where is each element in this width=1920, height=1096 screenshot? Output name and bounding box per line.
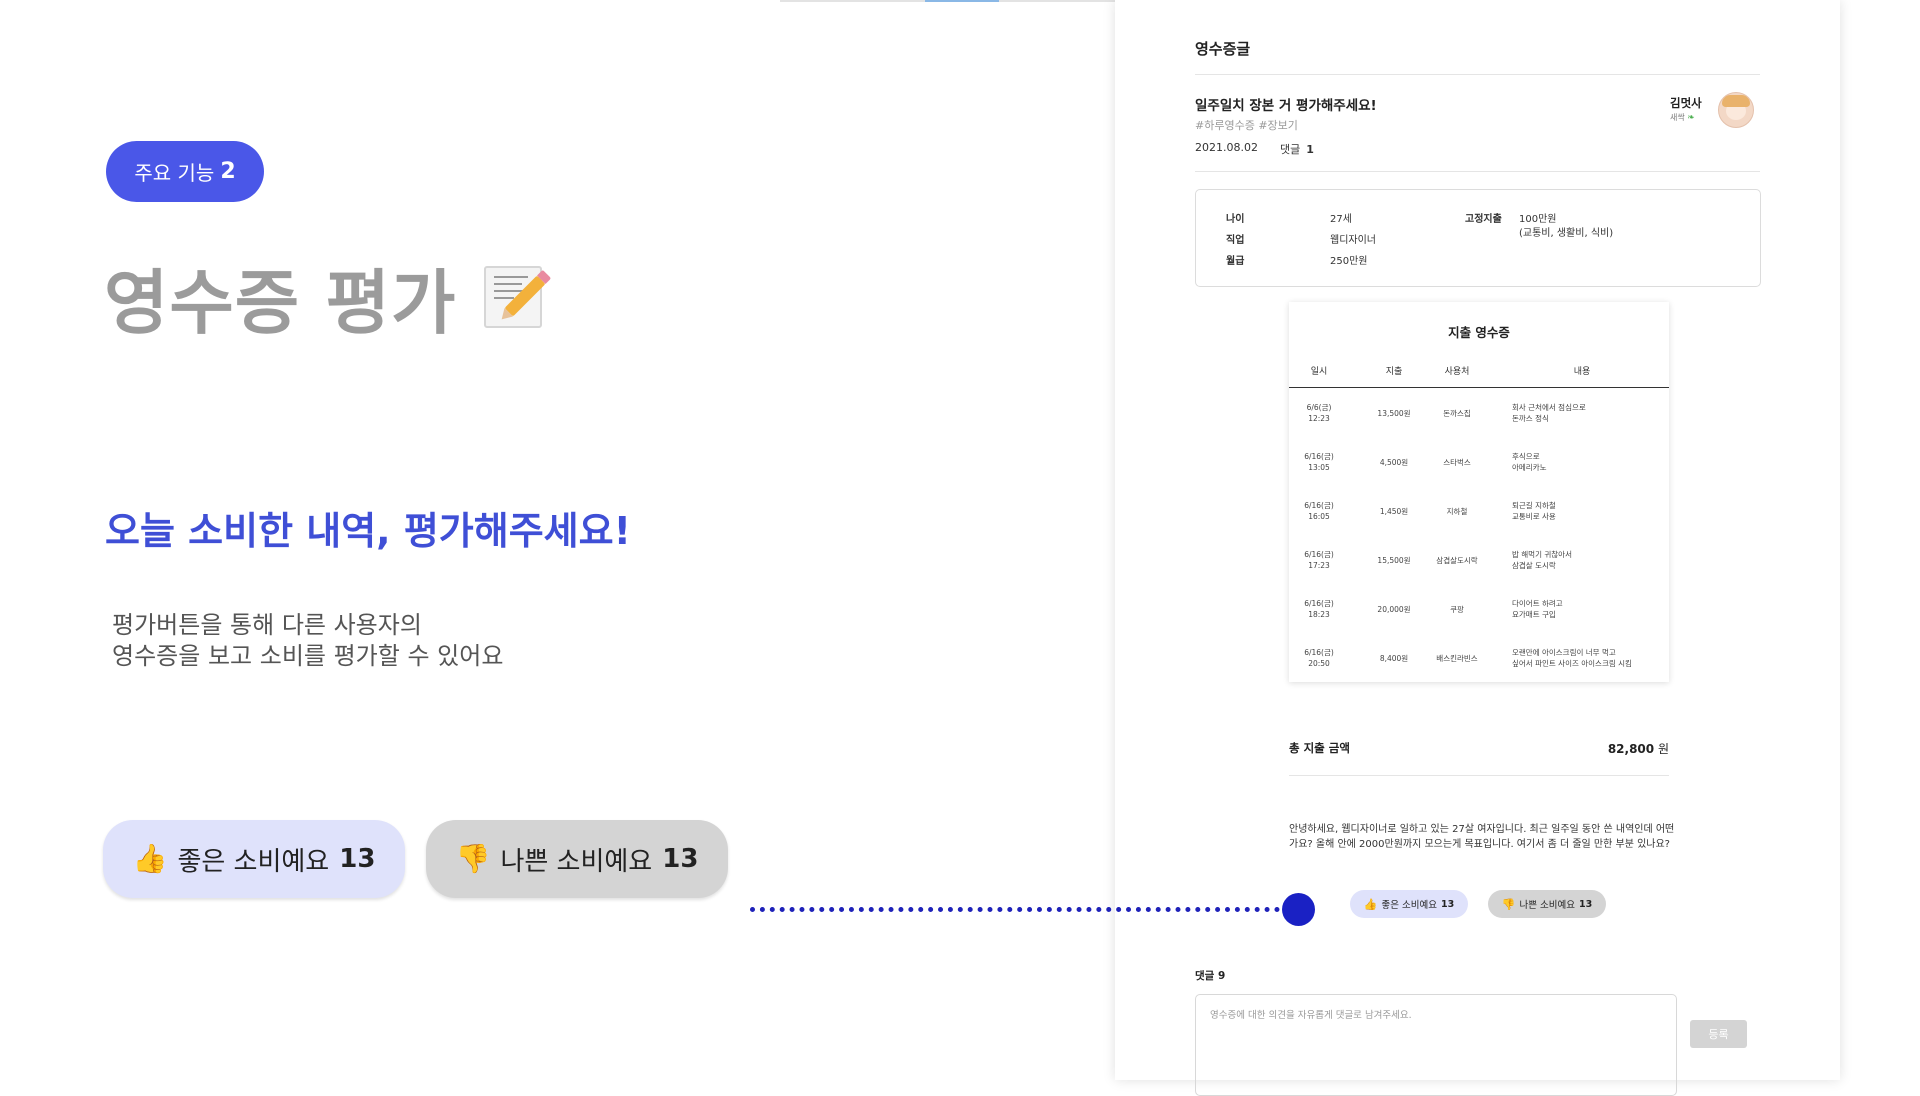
column-header-amount: 지출 — [1385, 367, 1403, 377]
good-count: 13 — [339, 844, 376, 874]
row-amount: 15,500원 — [1377, 556, 1411, 565]
row-desc: 오랜만에 아이스크림이 너무 먹고 싶어서 파인트 사이즈 아이스크림 시킴 — [1512, 648, 1632, 668]
feature-pill-number: 2 — [220, 159, 236, 184]
top-progress-indicator — [925, 0, 999, 2]
post-title: 일주일치 장본 거 평가해주세요! — [1195, 98, 1377, 114]
row-place: 스타벅스 — [1443, 458, 1471, 467]
comment-count: 1 — [1306, 143, 1314, 156]
row-date: 6/16(금) 17:23 — [1304, 550, 1334, 570]
post-tags[interactable]: #하루영수증 #장보기 — [1195, 117, 1298, 133]
row-date: 6/6(금) 12:23 — [1306, 403, 1332, 423]
column-header-desc: 내용 — [1573, 367, 1591, 377]
fixed-expense-label: 고정지출 — [1465, 214, 1502, 225]
good-label: 좋은 소비예요 — [177, 846, 330, 877]
row-amount: 4,500원 — [1379, 458, 1409, 467]
memo-icon — [484, 266, 546, 328]
post-date: 2021.08.02 — [1195, 141, 1258, 154]
bad-label: 나쁜 소비예요 — [500, 846, 653, 877]
thumbs-up-icon: 👍 — [1363, 897, 1378, 911]
good-spending-button-large[interactable]: 👍 좋은 소비예요 13 — [103, 820, 405, 898]
row-amount: 20,000원 — [1377, 605, 1411, 614]
salary-value: 250만원 — [1330, 256, 1368, 267]
row-amount: 1,450원 — [1379, 507, 1409, 516]
description-line: 평가버튼을 통해 다른 사용자의 — [112, 611, 422, 639]
feature-description: 평가버튼을 통해 다른 사용자의 영수증을 보고 소비를 평가할 수 있어요 — [112, 610, 503, 672]
fixed-expense-value: 100만원 — [1519, 214, 1557, 225]
row-date: 6/16(금) 13:05 — [1304, 452, 1334, 472]
comments-label: 댓글 — [1195, 970, 1215, 982]
good-spending-button[interactable]: 👍 좋은 소비예요 13 — [1350, 890, 1468, 918]
job-value: 웹디자이너 — [1330, 235, 1376, 246]
column-header-date: 일시 — [1310, 367, 1328, 377]
comments-header: 댓글 9 — [1195, 968, 1225, 983]
good-count: 13 — [1440, 898, 1455, 910]
row-place: 쿠팡 — [1450, 605, 1464, 614]
row-date: 6/16(금) 18:23 — [1304, 599, 1334, 619]
row-place: 돈까스집 — [1443, 409, 1471, 418]
row-place: 배스킨라빈스 — [1436, 654, 1478, 663]
board-title: 영수증글 — [1195, 40, 1251, 58]
bad-count: 13 — [662, 844, 699, 874]
total-label: 총 지출 금액 — [1289, 741, 1350, 755]
row-place: 삼겹살도시락 — [1436, 556, 1478, 565]
divider — [1195, 171, 1760, 172]
salary-label: 월급 — [1226, 256, 1245, 267]
divider — [1289, 775, 1669, 776]
user-info-box: 나이 27세 직업 웹디자이너 월급 250만원 고정지출 100만원 (교통비… — [1195, 189, 1761, 287]
divider — [1195, 74, 1760, 75]
total-value: 82,800 원 — [1515, 740, 1669, 757]
avatar[interactable] — [1718, 92, 1754, 128]
row-date: 6/16(금) 20:50 — [1304, 648, 1334, 668]
row-desc: 다이어트 하려고 요가매트 구입 — [1512, 599, 1563, 619]
total-unit: 원 — [1657, 742, 1669, 756]
author-grade: 새싹 ❧ — [1670, 112, 1695, 123]
thumbs-down-icon: 👎 — [1501, 897, 1516, 911]
post-comment-count: 댓글 1 — [1280, 141, 1314, 157]
comment-input[interactable] — [1208, 1009, 1652, 1022]
row-desc: 회사 근처에서 점심으로 돈까스 정식 — [1512, 403, 1586, 423]
receipt-post-panel: 영수증글 일주일치 장본 거 평가해주세요! #하루영수증 #장보기 2021.… — [1115, 0, 1840, 1096]
row-desc: 퇴근길 지하철 교통비로 사용 — [1512, 501, 1556, 521]
row-desc: 밥 해먹기 귀찮아서 삼겹살 도시락 — [1512, 550, 1572, 570]
expense-receipt: 지출 영수증 일시 지출 사용처 내용 6/6(금) 12:23 13,500원 … — [1289, 302, 1669, 682]
connector-line — [750, 907, 1280, 912]
row-amount: 13,500원 — [1377, 409, 1411, 418]
total-amount: 82,800 — [1607, 742, 1655, 756]
thumbs-down-icon: 👎 — [455, 842, 491, 875]
good-label: 좋은 소비예요 — [1381, 900, 1437, 911]
connector-dot — [1282, 893, 1315, 926]
feature-pill: 주요 기능 2 — [106, 141, 264, 202]
submit-comment-button[interactable]: 등록 — [1690, 1020, 1747, 1048]
sprout-icon: ❧ — [1687, 113, 1695, 123]
row-date: 6/16(금) 16:05 — [1304, 501, 1334, 521]
feature-pill-label: 주요 기능 — [134, 161, 215, 185]
post-body: 안녕하세요, 웹디자이너로 일하고 있는 27살 여자입니다. 최근 일주일 동… — [1289, 824, 1675, 850]
bad-spending-button-large[interactable]: 👎 나쁜 소비예요 13 — [426, 820, 728, 898]
fixed-expense-detail: (교통비, 생활비, 식비) — [1519, 228, 1614, 239]
row-amount: 8,400원 — [1379, 654, 1409, 663]
receipt-title: 지출 영수증 — [1448, 325, 1510, 340]
age-label: 나이 — [1226, 214, 1245, 225]
row-place: 지하철 — [1446, 507, 1468, 516]
feature-heading: 영수증 평가 — [104, 252, 546, 344]
bad-spending-button[interactable]: 👎 나쁜 소비예요 13 — [1488, 890, 1606, 918]
column-header-place: 사용처 — [1444, 367, 1470, 377]
row-desc: 후식으로 아메리카노 — [1512, 452, 1547, 472]
job-label: 직업 — [1226, 235, 1245, 246]
receipt-header-rule — [1289, 387, 1669, 388]
comments-count: 9 — [1217, 970, 1226, 982]
comment-label: 댓글 — [1280, 143, 1301, 156]
bad-count: 13 — [1578, 898, 1593, 910]
age-value: 27세 — [1330, 214, 1352, 225]
grade-label: 새싹 — [1670, 113, 1685, 122]
feature-subtitle: 오늘 소비한 내역, 평가해주세요! — [105, 509, 631, 553]
bad-label: 나쁜 소비예요 — [1519, 900, 1575, 911]
comment-box — [1195, 994, 1677, 1096]
feature-heading-text: 영수증 평가 — [104, 261, 457, 344]
author-name[interactable]: 김멋사 — [1670, 95, 1702, 111]
thumbs-up-icon: 👍 — [132, 842, 168, 875]
description-line: 영수증을 보고 소비를 평가할 수 있어요 — [112, 642, 504, 670]
